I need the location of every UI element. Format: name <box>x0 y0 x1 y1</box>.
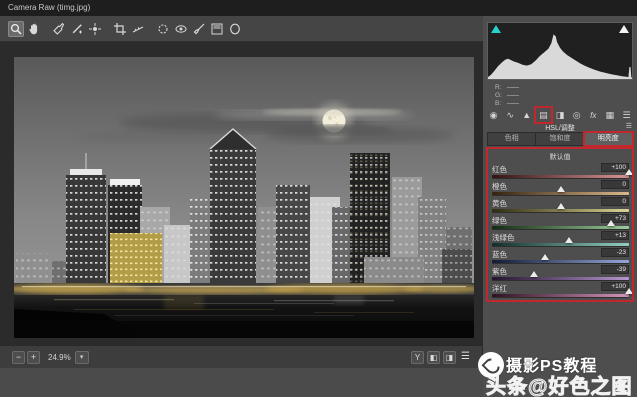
toolbar <box>0 16 483 42</box>
screenshot-stage: Camera Raw (timg.jpg) <box>0 0 640 401</box>
hsl-slider-list: 红色+100橙色 0 黄色 0 绿色 +73 浅绿色 +13 蓝色 -23 紫色 -39 洋红+100 <box>483 163 637 299</box>
photo-waterfront-lights <box>14 283 474 295</box>
adjustment-brush-tool[interactable] <box>191 21 207 37</box>
slider-thumb[interactable] <box>607 220 615 226</box>
panel-tab-lens-corrections-icon[interactable]: ◎ <box>569 108 584 122</box>
slider-thumb[interactable] <box>557 186 565 192</box>
hsl-slider-row: 橙色 0 <box>483 180 637 197</box>
slider-value-field[interactable]: -23 <box>601 248 629 257</box>
straighten-tool[interactable] <box>130 21 146 37</box>
hsl-tab-明亮度[interactable]: 明亮度 <box>585 133 632 145</box>
rgb-row: B:—— <box>495 99 518 107</box>
panel-tab-tone-curve-icon[interactable]: ∿ <box>503 108 518 122</box>
slider-track[interactable] <box>492 260 629 263</box>
shadow-clipping-warning-icon[interactable] <box>491 25 501 33</box>
slider-thumb[interactable] <box>625 169 633 175</box>
window-titlebar[interactable]: Camera Raw (timg.jpg) <box>0 0 637 16</box>
slider-thumb[interactable] <box>541 254 549 260</box>
panel-tab-detail-icon[interactable]: ▲ <box>519 108 534 122</box>
panel-tab-presets-icon[interactable]: ☰ <box>619 108 634 122</box>
slider-value-field[interactable]: 0 <box>601 197 629 206</box>
slider-track[interactable] <box>492 294 629 297</box>
red-eye-tool[interactable] <box>173 21 189 37</box>
before-after-controls: Y◧◨☰ <box>408 351 472 364</box>
window-title: Camera Raw (timg.jpg) <box>8 3 90 12</box>
panel-tab-basic-icon[interactable]: ◉ <box>486 108 501 122</box>
photo-water <box>14 295 474 338</box>
image-preview-area <box>0 42 483 345</box>
rgb-row: G:—— <box>495 91 518 99</box>
hsl-tab-饱和度[interactable]: 饱和度 <box>536 133 584 145</box>
photo-canvas[interactable] <box>14 57 474 338</box>
radial-filter-tool[interactable] <box>227 21 243 37</box>
slider-thumb[interactable] <box>625 288 633 294</box>
white-balance-tool[interactable] <box>51 21 67 37</box>
slider-thumb[interactable] <box>565 237 573 243</box>
hsl-subtabs: 色相饱和度明亮度 <box>487 132 633 146</box>
zoom-level-dropdown[interactable]: ▾ <box>75 351 89 364</box>
rgb-row: R:—— <box>495 83 518 91</box>
slider-track[interactable] <box>492 209 629 212</box>
adjustments-panel: R:——G:——B:—— ◉∿▲▤◨◎fx▦☰ HSL/调整 ☰ 色相饱和度明亮… <box>483 16 637 397</box>
default-values-button[interactable]: 默认值 <box>483 152 637 162</box>
hsl-slider-row: 洋红+100 <box>483 282 637 299</box>
hand-tool[interactable] <box>26 21 42 37</box>
spot-removal-tool[interactable] <box>155 21 171 37</box>
panel-tab-split-toning-icon[interactable]: ◨ <box>553 108 568 122</box>
rgb-readout: R:——G:——B:—— <box>495 83 518 107</box>
hsl-slider-row: 红色+100 <box>483 163 637 180</box>
zoom-in-button[interactable]: + <box>27 351 40 364</box>
slider-track[interactable] <box>492 175 629 178</box>
slider-track[interactable] <box>492 192 629 195</box>
slider-thumb[interactable] <box>557 203 565 209</box>
panel-tab-effects-icon[interactable]: fx <box>586 108 601 122</box>
slider-value-field[interactable]: 0 <box>601 180 629 189</box>
zoom-tool[interactable] <box>8 21 24 37</box>
slider-value-field[interactable]: -39 <box>601 265 629 274</box>
zoom-out-button[interactable]: − <box>12 351 25 364</box>
hsl-slider-row: 蓝色 -23 <box>483 248 637 265</box>
slider-track[interactable] <box>492 243 629 246</box>
watermark: 摄影PS教程 头条@好色之图 <box>470 346 640 401</box>
slider-label: 橙色 <box>492 181 507 192</box>
color-sampler-tool[interactable] <box>69 21 85 37</box>
hsl-slider-row: 紫色 -39 <box>483 265 637 282</box>
slider-label: 绿色 <box>492 215 507 226</box>
camera-raw-window: Camera Raw (timg.jpg) <box>0 0 637 397</box>
panel-tab-camera-calibration-icon[interactable]: ▦ <box>602 108 617 122</box>
slider-label: 紫色 <box>492 266 507 277</box>
slider-thumb[interactable] <box>530 271 538 277</box>
slider-value-field[interactable]: +73 <box>601 214 629 223</box>
slider-track[interactable] <box>492 226 629 229</box>
slider-label: 红色 <box>492 164 507 175</box>
zoom-level-value: 24.9% <box>48 353 71 362</box>
slider-label: 浅绿色 <box>492 232 515 243</box>
slider-label: 黄色 <box>492 198 507 209</box>
graduated-filter-tool[interactable] <box>209 21 225 37</box>
hsl-slider-row: 浅绿色 +13 <box>483 231 637 248</box>
hsl-slider-row: 黄色 0 <box>483 197 637 214</box>
panel-tab-hsl-grayscale-icon[interactable]: ▤ <box>536 108 551 122</box>
hsl-tab-色相[interactable]: 色相 <box>488 133 536 145</box>
targeted-adjustment-tool[interactable] <box>87 21 103 37</box>
slider-label: 蓝色 <box>492 249 507 260</box>
hsl-slider-row: 绿色 +73 <box>483 214 637 231</box>
slider-label: 洋红 <box>492 283 507 294</box>
highlight-clipping-warning-icon[interactable] <box>619 25 629 33</box>
histogram-plot <box>488 33 632 79</box>
preview-bottom-bar: − + 24.9% ▾ Y◧◨☰ <box>0 345 483 368</box>
histogram <box>487 22 633 80</box>
watermark-line2: 头条@好色之图 <box>486 370 633 399</box>
cityscape-photo <box>14 57 474 338</box>
panel-tab-bar: ◉∿▲▤◨◎fx▦☰ <box>486 107 634 122</box>
before-after-toggle-button[interactable]: Y <box>411 351 424 364</box>
slider-value-field[interactable]: +13 <box>601 231 629 240</box>
slider-track[interactable] <box>492 277 629 280</box>
crop-tool[interactable] <box>112 21 128 37</box>
panel-menu-icon[interactable]: ☰ <box>626 122 632 130</box>
copy-current-settings-button[interactable]: ◨ <box>443 351 456 364</box>
swap-before-after-button[interactable]: ◧ <box>427 351 440 364</box>
